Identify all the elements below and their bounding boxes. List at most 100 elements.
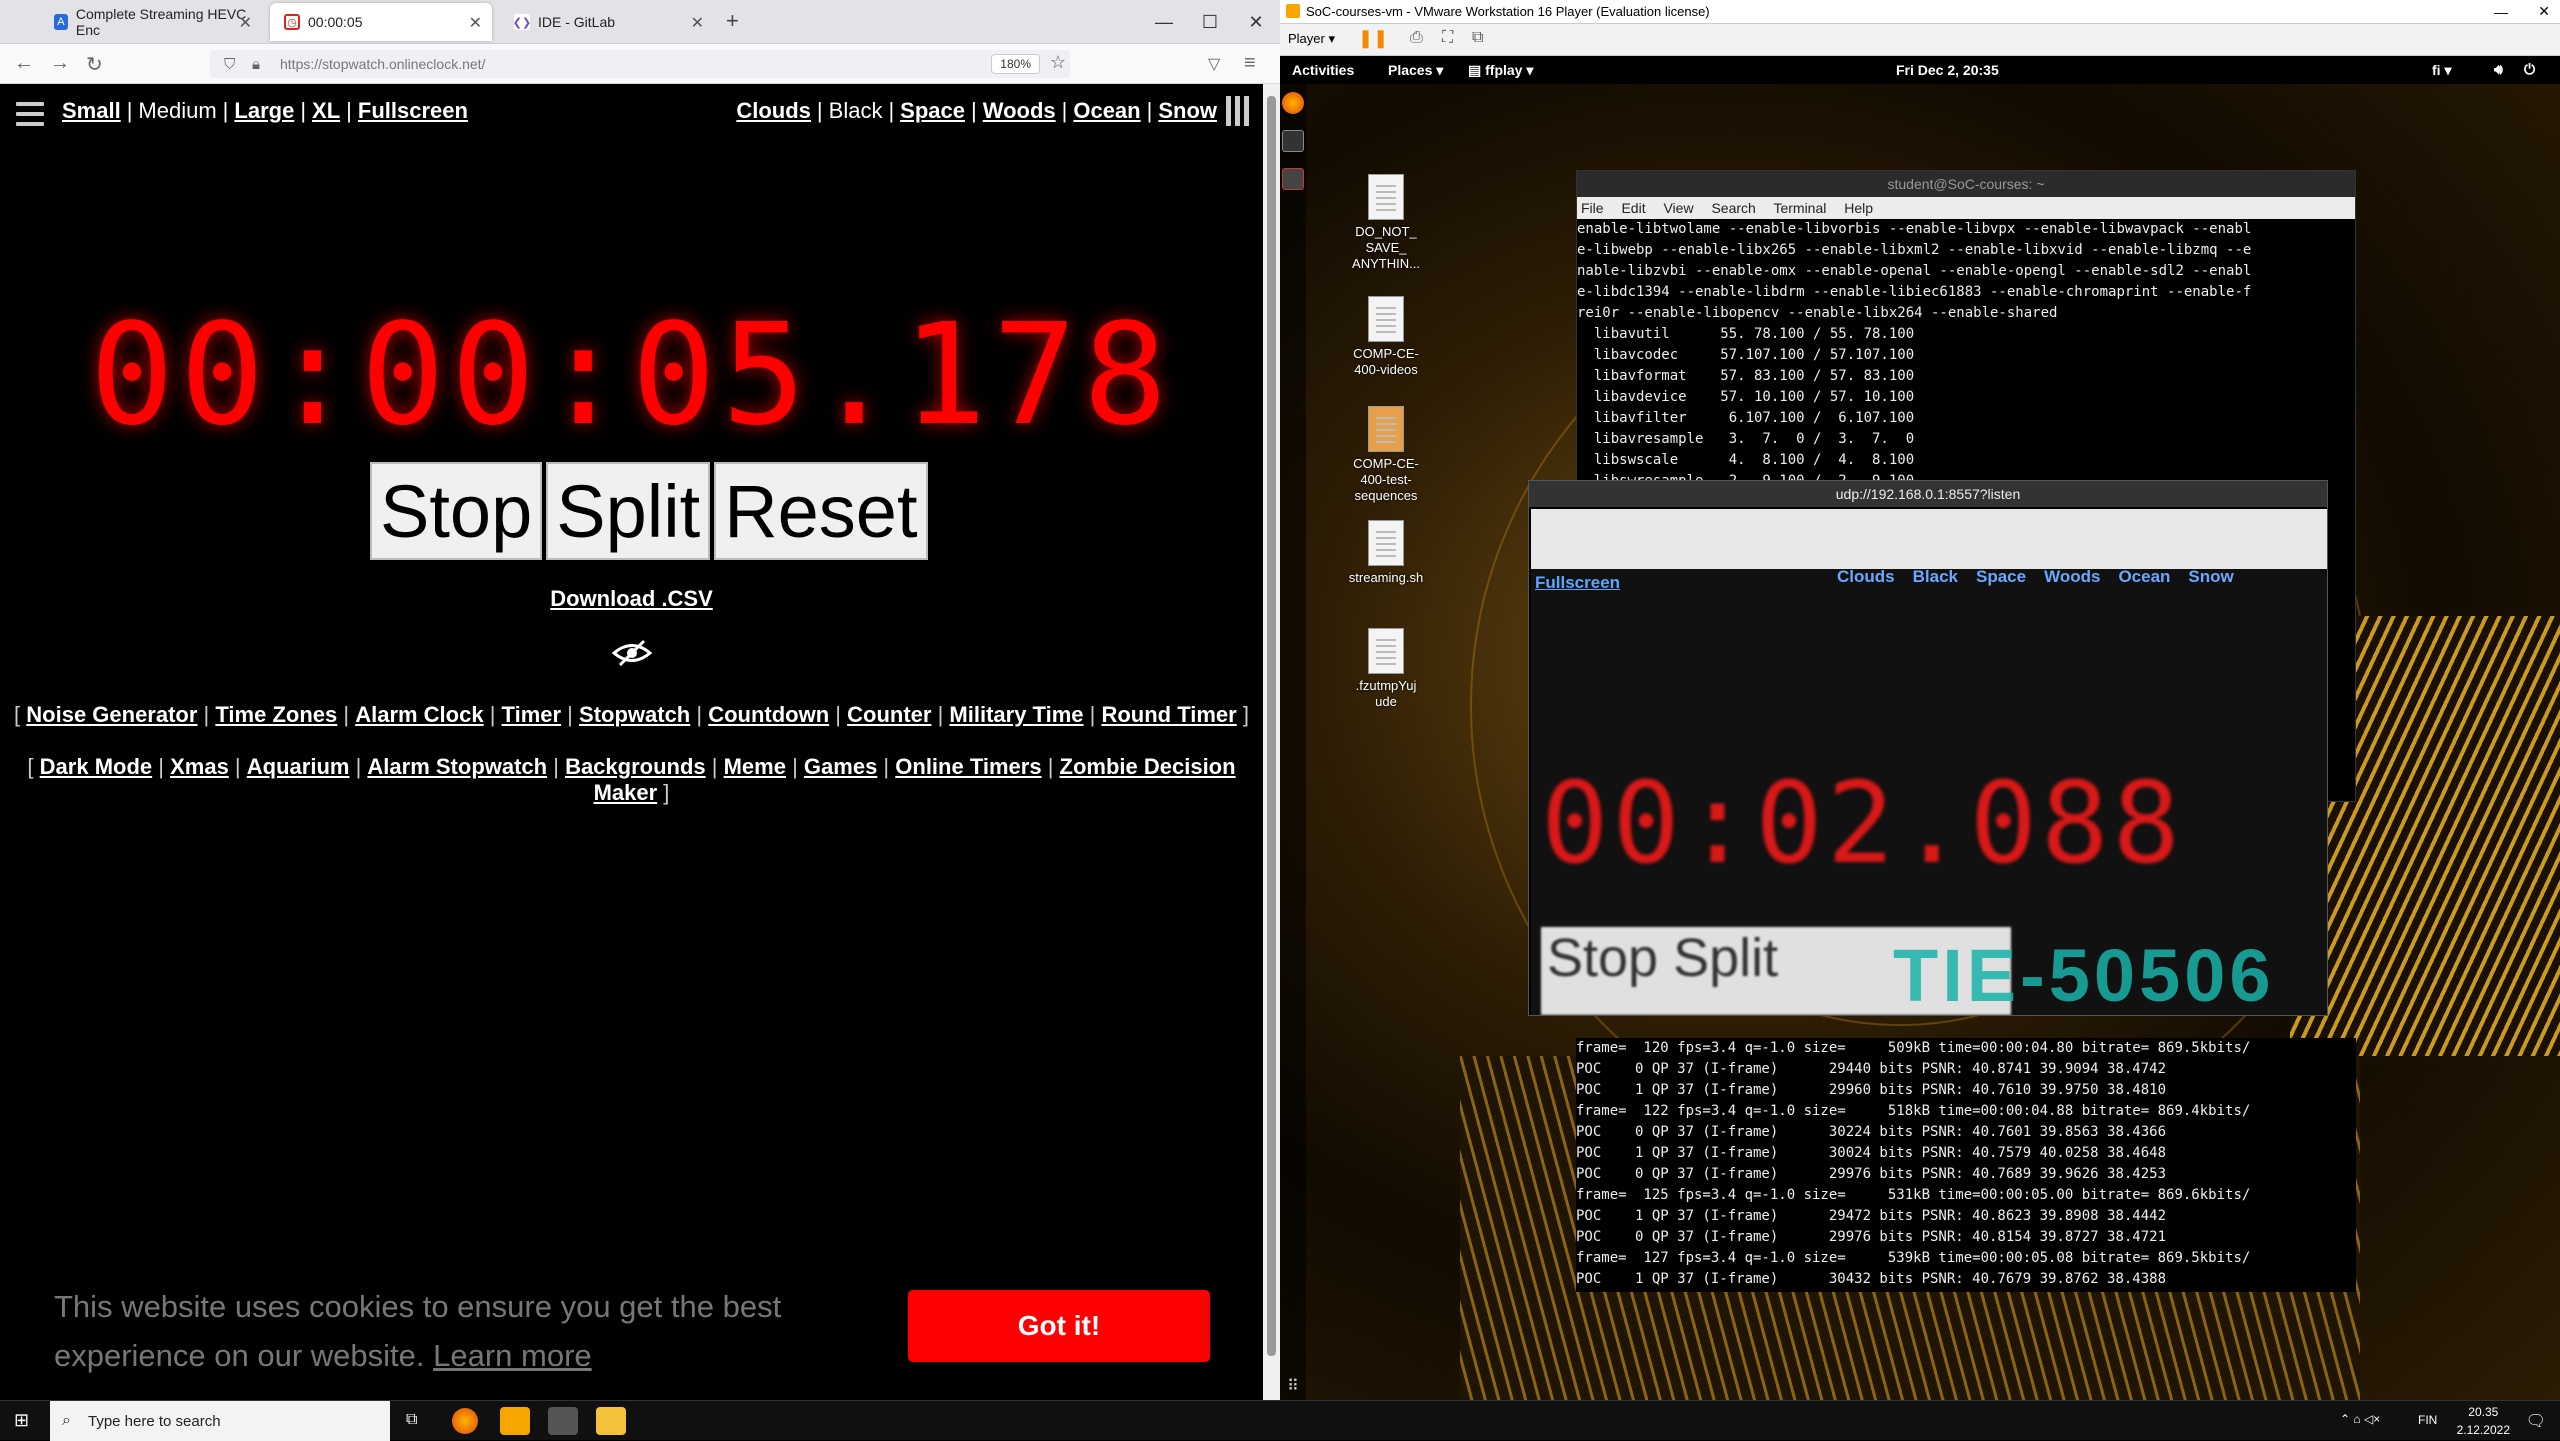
app-taskbar-icon[interactable] bbox=[548, 1407, 578, 1435]
close-window-button[interactable]: ✕ bbox=[2538, 3, 2550, 20]
size-xl-link[interactable]: XL bbox=[312, 98, 340, 124]
countdown-link[interactable]: Countdown bbox=[708, 702, 829, 727]
desktop-folder-sequences[interactable]: COMP-CE-400-test-sequences bbox=[1346, 406, 1426, 504]
tab-stopwatch[interactable]: ◷ 00:00:05 ✕ bbox=[270, 3, 492, 41]
menu-icon[interactable]: ≡ bbox=[1244, 52, 1256, 75]
taskbar-search[interactable]: ⌕ Type here to search bbox=[50, 1401, 390, 1441]
tray-icons[interactable]: ⌃ ⌂ ◁× bbox=[2340, 1412, 2380, 1426]
app-menu[interactable]: ▤ ffplay ▾ bbox=[1468, 62, 1533, 79]
tab-gitlab[interactable]: ❮❯ IDE - GitLab ✕ bbox=[500, 3, 714, 41]
size-large-link[interactable]: Large bbox=[234, 98, 294, 124]
zoom-level[interactable]: 180% bbox=[991, 54, 1040, 74]
desktop-file-tmp[interactable]: .fzutmpYuj ude bbox=[1346, 628, 1426, 710]
menu-edit[interactable]: Edit bbox=[1621, 200, 1645, 216]
minimize-button[interactable]: — bbox=[2494, 4, 2508, 20]
split-button[interactable]: Split bbox=[546, 462, 711, 560]
send-keys-icon[interactable]: ⎙ bbox=[1410, 29, 1423, 47]
stop-button[interactable]: Stop bbox=[370, 462, 543, 560]
windows-start-icon[interactable]: ⊞ bbox=[14, 1410, 29, 1431]
firefox-taskbar-icon[interactable] bbox=[452, 1408, 478, 1434]
input-language[interactable]: FIN bbox=[2418, 1413, 2437, 1427]
lock-icon[interactable]: 🔒︎ bbox=[252, 56, 260, 73]
meme-link[interactable]: Meme bbox=[724, 754, 786, 779]
volume-icon[interactable]: 🔊︎ bbox=[2494, 61, 2503, 78]
shield-icon[interactable]: ⛉ bbox=[224, 56, 235, 73]
settings-bars-icon[interactable] bbox=[1222, 96, 1249, 126]
desktop-file-videos[interactable]: COMP-CE-400-videos bbox=[1346, 296, 1426, 378]
desktop-file-streaming[interactable]: streaming.sh bbox=[1346, 520, 1426, 586]
reset-button[interactable]: Reset bbox=[714, 462, 928, 560]
activities-button[interactable]: Activities bbox=[1292, 62, 1354, 78]
military-time-link[interactable]: Military Time bbox=[949, 702, 1083, 727]
backgrounds-link[interactable]: Backgrounds bbox=[565, 754, 706, 779]
reload-icon[interactable]: ↻ bbox=[86, 52, 103, 77]
close-window-button[interactable]: ✕ bbox=[1236, 4, 1276, 40]
pause-icon[interactable]: ❚❚ bbox=[1358, 28, 1388, 49]
show-apps-icon[interactable]: ⠿ bbox=[1282, 1376, 1304, 1398]
new-tab-button[interactable]: + bbox=[726, 8, 739, 34]
menu-search[interactable]: Search bbox=[1711, 200, 1755, 216]
menu-help[interactable]: Help bbox=[1844, 200, 1873, 216]
taskbar-clock[interactable]: 20.35 2.12.2022 bbox=[2457, 1403, 2510, 1439]
hamburger-menu-icon[interactable] bbox=[16, 102, 44, 126]
learn-more-link[interactable]: Learn more bbox=[433, 1338, 592, 1373]
tab-hevc[interactable]: A Complete Streaming HEVC Enc ✕ bbox=[40, 3, 262, 41]
download-csv-link[interactable]: Download .CSV bbox=[0, 586, 1263, 612]
alarm-stopwatch-link[interactable]: Alarm Stopwatch bbox=[367, 754, 547, 779]
power-icon[interactable]: ⏻ bbox=[2524, 61, 2535, 78]
scroll-thumb[interactable] bbox=[1267, 96, 1276, 1356]
maximize-button[interactable]: ☐ bbox=[1190, 4, 1230, 40]
unity-icon[interactable]: ⧉ bbox=[1472, 29, 1483, 47]
size-small-link[interactable]: Small bbox=[62, 98, 121, 124]
theme-clouds-link[interactable]: Clouds bbox=[736, 98, 811, 124]
theme-snow-link[interactable]: Snow bbox=[1158, 98, 1217, 124]
menu-view[interactable]: View bbox=[1663, 200, 1693, 216]
aquarium-link[interactable]: Aquarium bbox=[247, 754, 350, 779]
vmware-taskbar-icon[interactable] bbox=[500, 1407, 530, 1435]
timer-link[interactable]: Timer bbox=[502, 702, 562, 727]
online-timers-link[interactable]: Online Timers bbox=[895, 754, 1041, 779]
desktop-file-donotsave[interactable]: DO_NOT_ SAVE_ ANYTHIN... bbox=[1346, 174, 1426, 272]
player-menu[interactable]: Player ▾ bbox=[1288, 31, 1335, 47]
keyboard-layout[interactable]: fi ▾ bbox=[2432, 62, 2451, 79]
forward-icon[interactable]: → bbox=[50, 52, 70, 75]
back-icon[interactable]: ← bbox=[14, 52, 34, 75]
fullscreen-icon[interactable]: ⛶ bbox=[1442, 29, 1453, 47]
task-view-icon[interactable]: ⧉ bbox=[406, 1411, 417, 1429]
theme-space-link[interactable]: Space bbox=[900, 98, 965, 124]
bookmark-star-icon[interactable]: ☆ bbox=[1050, 52, 1066, 73]
theme-woods-link[interactable]: Woods bbox=[983, 98, 1056, 124]
fullscreen-link[interactable]: Fullscreen bbox=[358, 98, 468, 124]
stopwatch-display: 00:00:05.178 bbox=[89, 294, 1174, 457]
stopwatch-link[interactable]: Stopwatch bbox=[579, 702, 690, 727]
firefox-icon[interactable] bbox=[1282, 92, 1304, 114]
games-link[interactable]: Games bbox=[804, 754, 877, 779]
url-text[interactable]: https://stopwatch.onlineclock.net/ bbox=[280, 56, 485, 72]
menu-file[interactable]: File bbox=[1581, 200, 1604, 216]
close-tab-icon[interactable]: ✕ bbox=[239, 13, 252, 33]
places-menu[interactable]: Places ▾ bbox=[1388, 62, 1443, 79]
address-bar[interactable]: ⛉ 🔒︎ https://stopwatch.onlineclock.net/ … bbox=[210, 50, 1070, 78]
alarm-clock-link[interactable]: Alarm Clock bbox=[355, 702, 483, 727]
ffplay-window[interactable]: udp://192.168.0.1:8557?listen Fullscreen… bbox=[1528, 480, 2328, 1016]
xmas-link[interactable]: Xmas bbox=[170, 754, 229, 779]
noise-generator-link[interactable]: Noise Generator bbox=[26, 702, 197, 727]
round-timer-link[interactable]: Round Timer bbox=[1101, 702, 1236, 727]
time-zones-link[interactable]: Time Zones bbox=[215, 702, 337, 727]
page-scrollbar[interactable] bbox=[1263, 84, 1280, 1400]
close-tab-icon[interactable]: ✕ bbox=[469, 13, 482, 33]
notifications-icon[interactable]: 🗨︎ bbox=[2526, 1411, 2546, 1431]
file-explorer-icon[interactable] bbox=[596, 1407, 626, 1435]
hide-eye-icon[interactable] bbox=[612, 638, 652, 668]
terminal-icon[interactable] bbox=[1282, 130, 1304, 152]
pocket-icon[interactable]: ▽ bbox=[1208, 54, 1220, 74]
dark-mode-link[interactable]: Dark Mode bbox=[40, 754, 152, 779]
menu-terminal[interactable]: Terminal bbox=[1773, 200, 1826, 216]
accept-cookies-button[interactable]: Got it! bbox=[908, 1290, 1210, 1362]
counter-link[interactable]: Counter bbox=[847, 702, 931, 727]
theme-ocean-link[interactable]: Ocean bbox=[1073, 98, 1140, 124]
minimize-button[interactable]: — bbox=[1144, 4, 1184, 40]
close-tab-icon[interactable]: ✕ bbox=[691, 13, 704, 33]
gnome-clock[interactable]: Fri Dec 2, 20:35 bbox=[1896, 62, 1999, 78]
app-icon[interactable] bbox=[1282, 168, 1304, 190]
